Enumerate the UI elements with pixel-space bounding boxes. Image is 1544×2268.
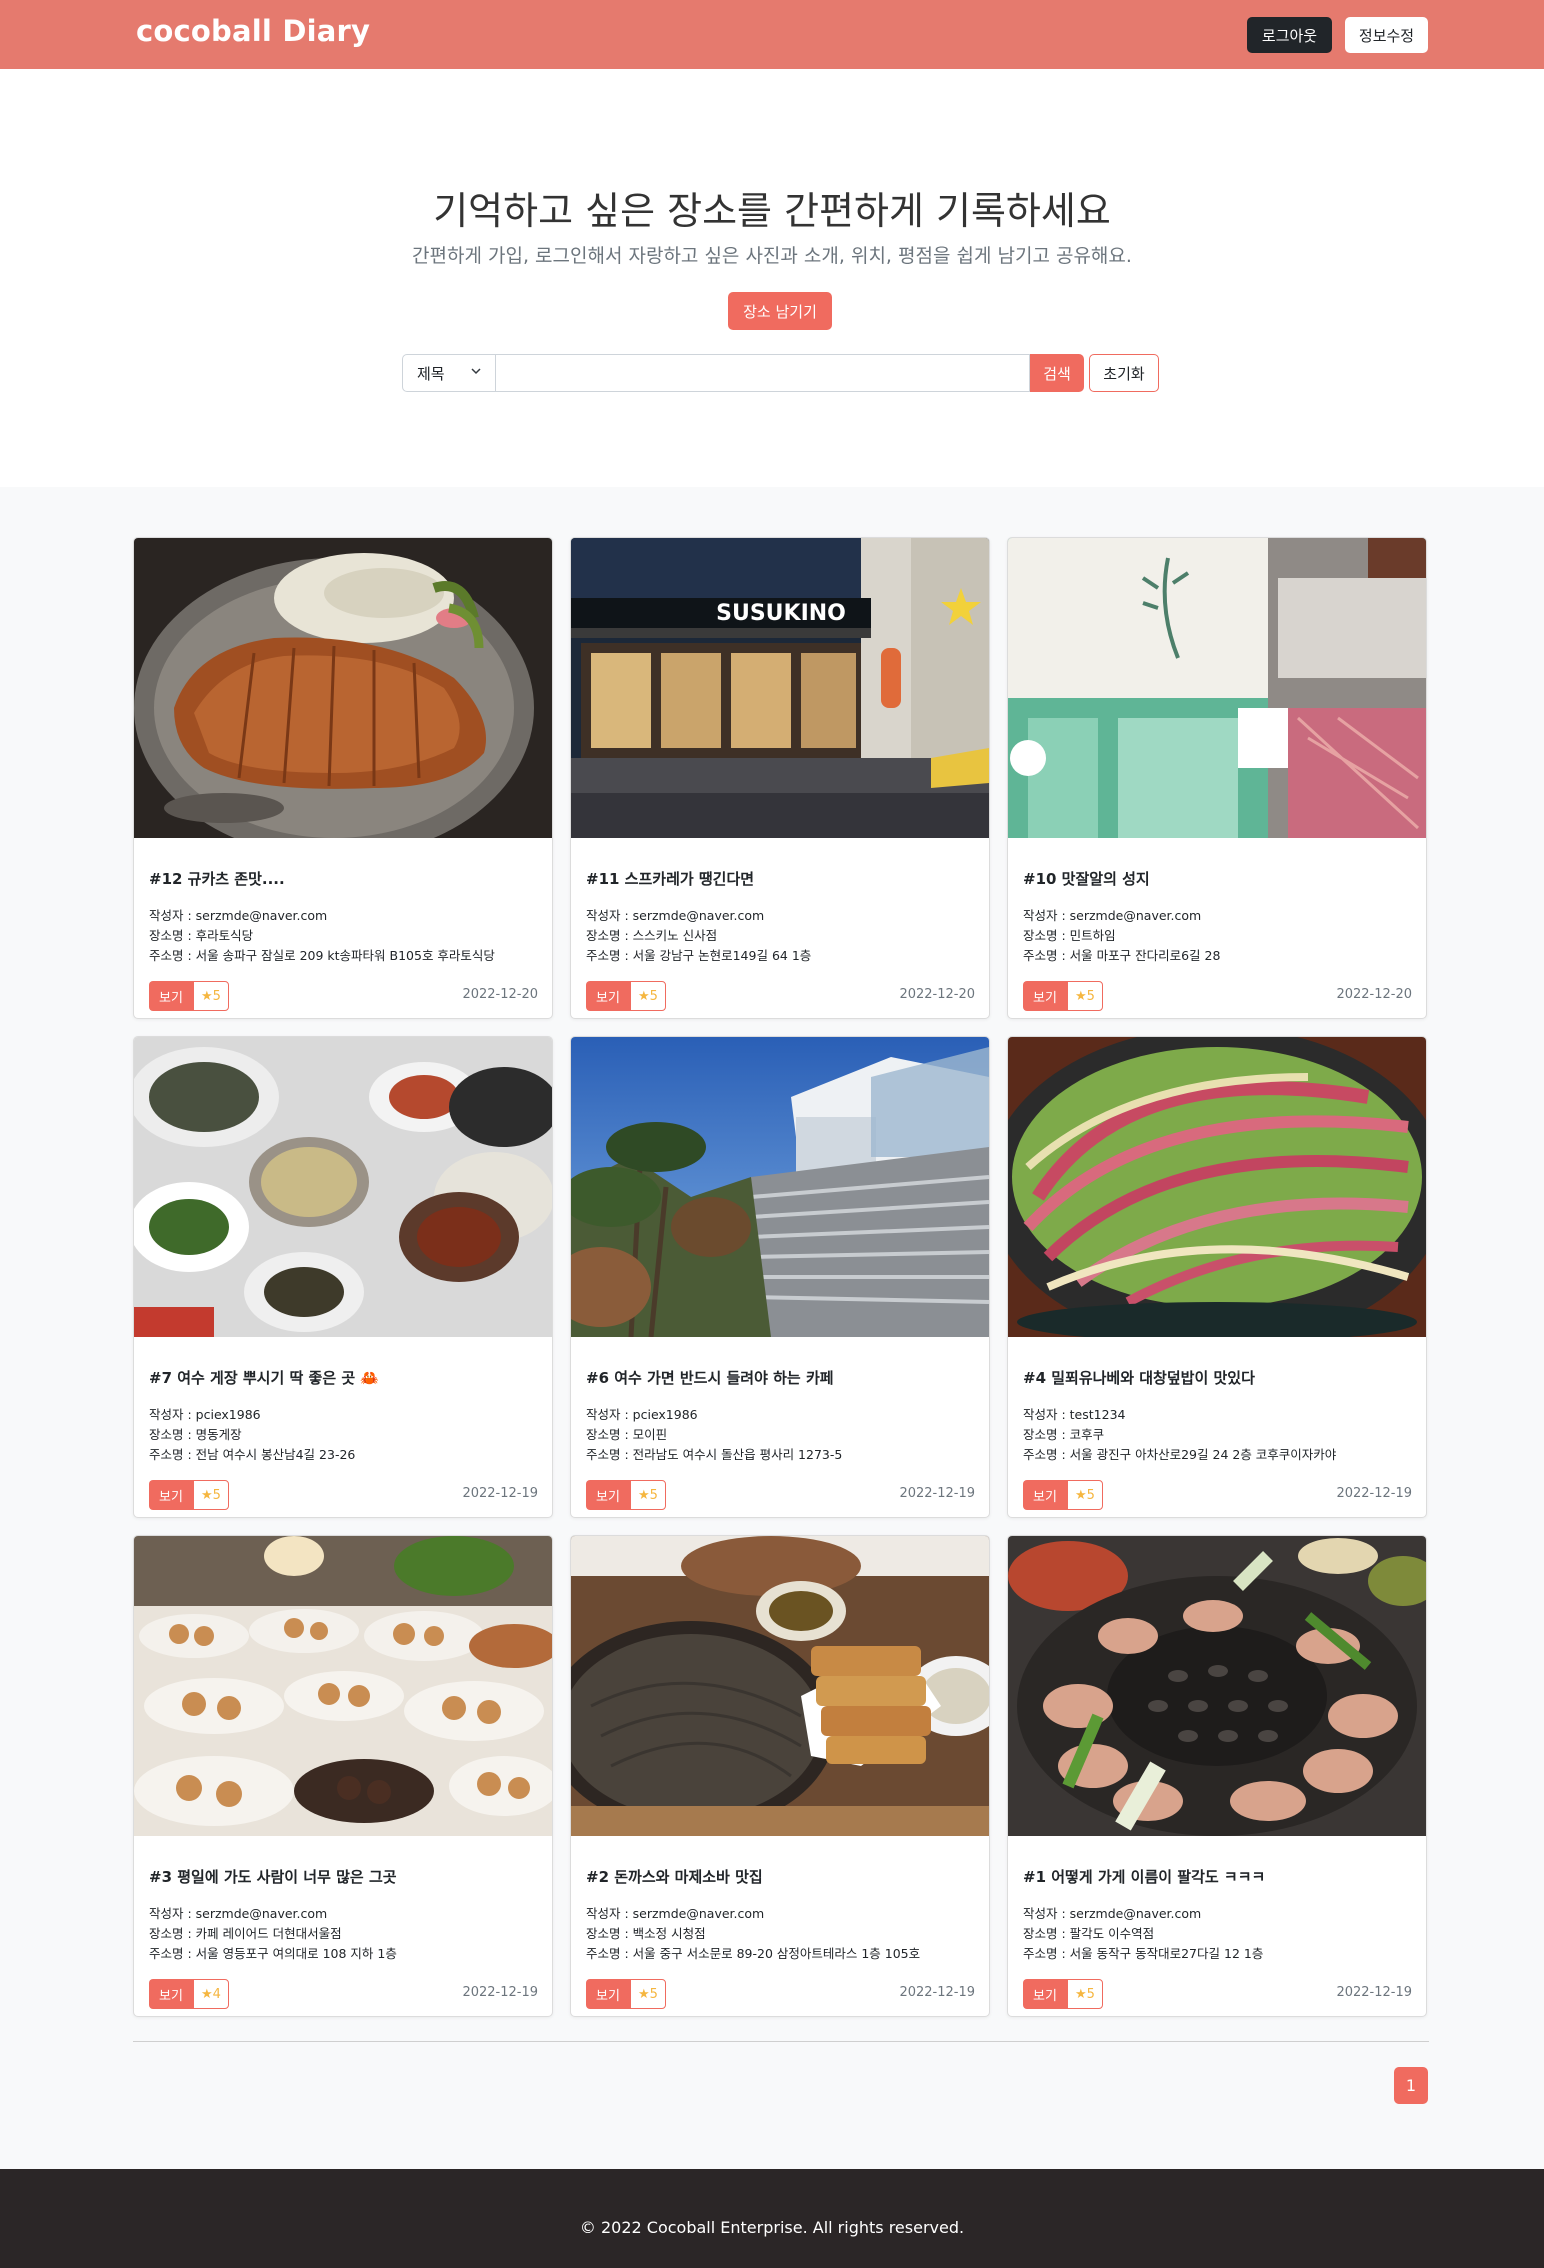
card-author: 작성자 : serzmde@naver.com bbox=[149, 1906, 328, 1921]
search-input[interactable] bbox=[496, 354, 1030, 392]
card-author: 작성자 : pciex1986 bbox=[586, 1407, 698, 1422]
card-title: #7 여수 게장 뿌시기 딱 좋은 곳 🦀 bbox=[149, 1369, 380, 1387]
card-title: #2 돈까스와 마제소바 맛집 bbox=[586, 1868, 763, 1886]
card-title: #12 규카츠 존맛.... bbox=[149, 870, 285, 888]
card-place-name: 장소명 : 스스키노 신사점 bbox=[586, 928, 718, 943]
card-place-name: 장소명 : 모이핀 bbox=[586, 1427, 668, 1442]
card-place-name: 장소명 : 후라토식당 bbox=[149, 928, 254, 943]
rating-badge: ★5 bbox=[1067, 1979, 1103, 2009]
card-photo-storefront[interactable]: SUSUKINO bbox=[571, 538, 989, 838]
divider bbox=[133, 2041, 1429, 2042]
card-date: 2022-12-19 bbox=[462, 1985, 538, 2000]
card-photo-bbq-grill[interactable] bbox=[1008, 1536, 1426, 1836]
card-author: 작성자 : serzmde@naver.com bbox=[586, 1906, 765, 1921]
view-button[interactable]: 보기 bbox=[1023, 981, 1067, 1011]
card-address: 주소명 : 서울 중구 서소문로 89-20 삼정아트테라스 1층 105호 bbox=[586, 1946, 921, 1961]
pagination-page-1[interactable]: 1 bbox=[1394, 2067, 1428, 2104]
card-author: 작성자 : serzmde@naver.com bbox=[586, 908, 765, 923]
card-photo-nabe[interactable] bbox=[1008, 1037, 1426, 1337]
logout-button[interactable]: 로그아웃 bbox=[1247, 17, 1332, 53]
search-button[interactable]: 검색 bbox=[1030, 354, 1084, 392]
card-address: 주소명 : 서울 동작구 동작대로27다길 12 1층 bbox=[1023, 1946, 1264, 1961]
view-button[interactable]: 보기 bbox=[149, 1480, 193, 1510]
hero-subtitle: 간편하게 가입, 로그인해서 자랑하고 싶은 사진과 소개, 위치, 평점을 쉽… bbox=[412, 245, 1132, 267]
card-address: 주소명 : 서울 송파구 잠실로 209 kt송파타워 B105호 후라토식당 bbox=[149, 948, 495, 963]
view-button[interactable]: 보기 bbox=[1023, 1480, 1067, 1510]
card-place-name: 장소명 : 팔각도 이수역점 bbox=[1023, 1926, 1155, 1941]
card-address: 주소명 : 서울 마포구 잔다리로6길 28 bbox=[1023, 948, 1221, 963]
card-place-name: 장소명 : 카페 레이어드 더현대서울점 bbox=[149, 1926, 342, 1941]
edit-profile-button[interactable]: 정보수정 bbox=[1345, 17, 1428, 53]
rating-badge: ★5 bbox=[1067, 981, 1103, 1011]
view-button[interactable]: 보기 bbox=[586, 1480, 630, 1510]
view-button[interactable]: 보기 bbox=[149, 981, 193, 1011]
rating-badge: ★5 bbox=[1067, 1480, 1103, 1510]
add-place-button[interactable]: 장소 남기기 bbox=[728, 292, 832, 330]
navbar: cocoball Diary 로그아웃 정보수정 bbox=[0, 0, 1544, 69]
place-card: #6 여수 가면 반드시 들려야 하는 카페 작성자 : pciex1986 장… bbox=[570, 1036, 990, 1518]
card-date: 2022-12-20 bbox=[1336, 987, 1412, 1002]
place-card: #10 맛잘알의 성지 작성자 : serzmde@naver.com 장소명 … bbox=[1007, 537, 1427, 1019]
card-photo-tonkatsu[interactable] bbox=[134, 538, 552, 838]
card-author: 작성자 : pciex1986 bbox=[149, 1407, 261, 1422]
card-date: 2022-12-20 bbox=[462, 987, 538, 1002]
card-photo-soba-katsu[interactable] bbox=[571, 1536, 989, 1836]
place-card: #3 평일에 가도 사람이 너무 많은 그곳 작성자 : serzmde@nav… bbox=[133, 1535, 553, 2017]
reset-button[interactable]: 초기화 bbox=[1089, 354, 1159, 392]
chevron-down-icon bbox=[471, 368, 481, 375]
card-place-name: 장소명 : 코후쿠 bbox=[1023, 1427, 1105, 1442]
card-place-name: 장소명 : 명동게장 bbox=[149, 1427, 242, 1442]
hero-title: 기억하고 싶은 장소를 간편하게 기록하세요 bbox=[433, 189, 1111, 233]
card-photo-mint-storefront[interactable] bbox=[1008, 538, 1426, 838]
card-title: #11 스프카레가 땡긴다면 bbox=[586, 870, 755, 888]
svg-text:SUSUKINO: SUSUKINO bbox=[716, 601, 846, 626]
card-photo-hill-cafe[interactable] bbox=[571, 1037, 989, 1337]
view-button[interactable]: 보기 bbox=[586, 981, 630, 1011]
place-card: SUSUKINO #11 스프카레가 땡긴다면 작성자 : serzmde@na… bbox=[570, 537, 990, 1019]
card-title: #10 맛잘알의 성지 bbox=[1023, 870, 1150, 888]
rating-badge: ★5 bbox=[193, 981, 229, 1011]
card-place-name: 장소명 : 백소정 시청점 bbox=[586, 1926, 706, 1941]
card-author: 작성자 : test1234 bbox=[1023, 1407, 1126, 1422]
view-button[interactable]: 보기 bbox=[586, 1979, 630, 2009]
card-address: 주소명 : 서울 강남구 논현로149길 64 1층 bbox=[586, 948, 812, 963]
card-author: 작성자 : serzmde@naver.com bbox=[1023, 908, 1202, 923]
card-title: #6 여수 가면 반드시 들려야 하는 카페 bbox=[586, 1369, 834, 1387]
rating-badge: ★5 bbox=[630, 1480, 666, 1510]
card-place-name: 장소명 : 민트하임 bbox=[1023, 928, 1116, 943]
search-field-selected: 제목 bbox=[417, 364, 445, 383]
place-card: #7 여수 게장 뿌시기 딱 좋은 곳 🦀 작성자 : pciex1986 장소… bbox=[133, 1036, 553, 1518]
place-card: #2 돈까스와 마제소바 맛집 작성자 : serzmde@naver.com … bbox=[570, 1535, 990, 2017]
place-card: #4 밀푀유나베와 대창덮밥이 맛있다 작성자 : test1234 장소명 :… bbox=[1007, 1036, 1427, 1518]
card-title: #4 밀푀유나베와 대창덮밥이 맛있다 bbox=[1023, 1369, 1255, 1387]
card-date: 2022-12-20 bbox=[899, 987, 975, 1002]
brand-logo[interactable]: cocoball Diary bbox=[136, 14, 370, 48]
card-address: 주소명 : 서울 광진구 아차산로29길 24 2층 코후쿠이자카야 bbox=[1023, 1447, 1337, 1462]
search-field-select[interactable]: 제목 bbox=[402, 354, 496, 392]
card-date: 2022-12-19 bbox=[1336, 1486, 1412, 1501]
card-address: 주소명 : 전라남도 여수시 돌산읍 평사리 1273-5 bbox=[586, 1447, 843, 1462]
card-title: #1 어떻게 가게 이름이 팔각도 ㅋㅋㅋ bbox=[1023, 1868, 1266, 1886]
card-date: 2022-12-19 bbox=[462, 1486, 538, 1501]
rating-badge: ★5 bbox=[630, 1979, 666, 2009]
card-address: 주소명 : 서울 영등포구 여의대로 108 지하 1층 bbox=[149, 1946, 397, 1961]
view-button[interactable]: 보기 bbox=[1023, 1979, 1067, 2009]
view-button[interactable]: 보기 bbox=[149, 1979, 193, 2009]
card-date: 2022-12-19 bbox=[899, 1486, 975, 1501]
place-card: #12 규카츠 존맛.... 작성자 : serzmde@naver.com 장… bbox=[133, 537, 553, 1019]
card-photo-bakery[interactable] bbox=[134, 1536, 552, 1836]
card-date: 2022-12-19 bbox=[899, 1985, 975, 2000]
card-author: 작성자 : serzmde@naver.com bbox=[149, 908, 328, 923]
footer-copyright: © 2022 Cocoball Enterprise. All rights r… bbox=[579, 2218, 965, 2237]
card-photo-banchan[interactable] bbox=[134, 1037, 552, 1337]
card-title: #3 평일에 가도 사람이 너무 많은 그곳 bbox=[149, 1868, 397, 1886]
rating-badge: ★4 bbox=[193, 1979, 229, 2009]
rating-badge: ★5 bbox=[193, 1480, 229, 1510]
card-address: 주소명 : 전남 여수시 봉산남4길 23-26 bbox=[149, 1447, 356, 1462]
card-date: 2022-12-19 bbox=[1336, 1985, 1412, 2000]
rating-badge: ★5 bbox=[630, 981, 666, 1011]
place-card: #1 어떻게 가게 이름이 팔각도 ㅋㅋㅋ 작성자 : serzmde@nave… bbox=[1007, 1535, 1427, 2017]
card-author: 작성자 : serzmde@naver.com bbox=[1023, 1906, 1202, 1921]
